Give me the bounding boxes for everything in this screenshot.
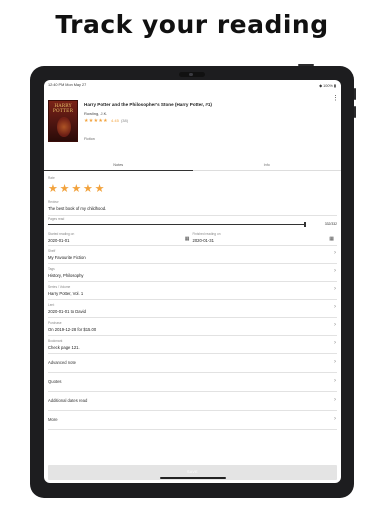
shelf-label: Shelf — [48, 249, 56, 253]
more-row[interactable]: More › — [48, 411, 337, 430]
more-vert-icon[interactable]: ⋮ — [332, 94, 339, 102]
tags-field[interactable]: Tags History, Philosophy › — [48, 264, 337, 282]
rating-count: (38) — [120, 118, 129, 123]
review-label: Review — [48, 200, 59, 204]
tags-value: History, Philosophy — [48, 273, 84, 278]
book-header: HARRY POTTER ⋮ Harry Potter and the Phil… — [44, 92, 341, 162]
bookmark-field[interactable]: Bookmark Check page 121. › — [48, 336, 337, 354]
tab-bar: Notes Info — [44, 162, 341, 171]
chevron-right-icon: › — [334, 378, 336, 384]
rate-row: Rate ★★★★★ — [48, 173, 337, 198]
lent-field[interactable]: Lent 2020-01-01 to David › — [48, 300, 337, 318]
tablet-device-frame: 12:40 PM Mon May 27 ◆ 100% ▮ HARRY POTTE… — [30, 64, 356, 498]
quotes-row[interactable]: Quotes › — [48, 373, 337, 392]
chevron-right-icon: › — [334, 340, 336, 346]
additional-dates-label: Additional dates read — [48, 398, 88, 403]
finished-reading-value[interactable]: 2020-01-31 — [193, 238, 214, 243]
notes-content: Rate ★★★★★ Review The best book of my ch… — [44, 173, 341, 430]
chevron-right-icon: › — [334, 250, 336, 256]
review-field[interactable]: Review The best book of my childhood. — [48, 198, 337, 216]
power-button — [298, 64, 314, 66]
finished-reading-label: Finished reading on — [192, 232, 221, 236]
shelf-value: My Favourite Fiction — [48, 255, 86, 260]
shelf-field[interactable]: Shelf My Favourite Fiction › — [48, 246, 337, 264]
started-reading-label: Started reading on — [48, 232, 75, 236]
purchase-field[interactable]: Purchase On 2019-12-28 for $15.00 › — [48, 318, 337, 336]
chevron-right-icon: › — [334, 286, 336, 292]
book-author: Rowling, J.K. — [84, 111, 108, 116]
star-icon: ★★★★★ — [84, 118, 108, 124]
book-cover[interactable]: HARRY POTTER — [48, 100, 78, 142]
front-camera — [179, 72, 205, 77]
tab-info[interactable]: Info — [193, 162, 342, 171]
bookmark-label: Bookmark — [48, 339, 63, 343]
tags-label: Tags — [48, 267, 55, 271]
advanced-note-row[interactable]: Advanced note › — [48, 354, 337, 373]
lent-label: Lent — [48, 303, 55, 307]
purchase-value: On 2019-12-28 for $15.00 — [48, 327, 97, 332]
headline: Track your reading — [55, 10, 329, 39]
status-icons: ◆ 100% ▮ — [319, 84, 336, 88]
home-indicator[interactable] — [160, 477, 226, 479]
finished-reading-field[interactable]: Finished reading on 2020-01-31 ▦ — [193, 230, 338, 246]
chevron-right-icon: › — [334, 359, 336, 365]
cover-title: HARRY POTTER — [52, 104, 74, 114]
app-screen: 12:40 PM Mon May 27 ◆ 100% ▮ HARRY POTTE… — [44, 80, 341, 483]
quotes-label: Quotes — [48, 379, 62, 384]
advanced-note-label: Advanced note — [48, 360, 76, 365]
chevron-right-icon: › — [334, 416, 336, 422]
pages-read-count: 332/332 — [324, 222, 337, 226]
chevron-right-icon: › — [334, 322, 336, 328]
pages-read-row: Pages read 332/332 — [48, 216, 337, 230]
more-label: More — [48, 417, 58, 422]
rate-label: Rate — [48, 176, 55, 180]
pages-read-slider-thumb[interactable] — [304, 222, 306, 227]
series-value: Harry Potter, Vol. 1 — [48, 291, 84, 296]
additional-dates-row[interactable]: Additional dates read › — [48, 392, 337, 411]
calendar-icon[interactable]: ▦ — [329, 236, 334, 242]
started-reading-value[interactable]: 2020-01-01 — [48, 238, 69, 243]
bookmark-value: Check page 121. — [48, 345, 80, 350]
book-title: Harry Potter and the Philosopher's Stone… — [84, 102, 212, 107]
average-rating: 4.45 — [111, 118, 119, 123]
review-value[interactable]: The best book of my childhood. — [48, 206, 106, 211]
volume-down-button — [354, 106, 356, 118]
chevron-right-icon: › — [334, 268, 336, 274]
rate-stars[interactable]: ★★★★★ — [48, 182, 106, 195]
series-field[interactable]: Series / Volume Harry Potter, Vol. 1 › — [48, 282, 337, 300]
series-label: Series / Volume — [48, 285, 71, 289]
pages-read-label: Pages read — [48, 217, 65, 221]
started-reading-field[interactable]: Started reading on 2020-01-01 ▦ — [48, 230, 193, 246]
status-time: 12:40 PM Mon May 27 — [48, 83, 87, 87]
tab-notes[interactable]: Notes — [44, 162, 193, 171]
book-rating: ★★★★★ 4.45 (38) — [84, 118, 128, 124]
chevron-right-icon: › — [334, 304, 336, 310]
pages-read-slider[interactable] — [48, 224, 306, 225]
purchase-label: Purchase — [48, 321, 62, 325]
book-genre: Fiction — [84, 137, 95, 141]
chevron-right-icon: › — [334, 397, 336, 403]
lent-value: 2020-01-01 to David — [48, 309, 86, 314]
status-bar: 12:40 PM Mon May 27 ◆ 100% ▮ — [44, 80, 341, 92]
cover-art — [57, 117, 71, 137]
reading-dates-row: Started reading on 2020-01-01 ▦ Finished… — [48, 230, 337, 246]
calendar-icon[interactable]: ▦ — [185, 236, 190, 242]
volume-up-button — [354, 88, 356, 100]
